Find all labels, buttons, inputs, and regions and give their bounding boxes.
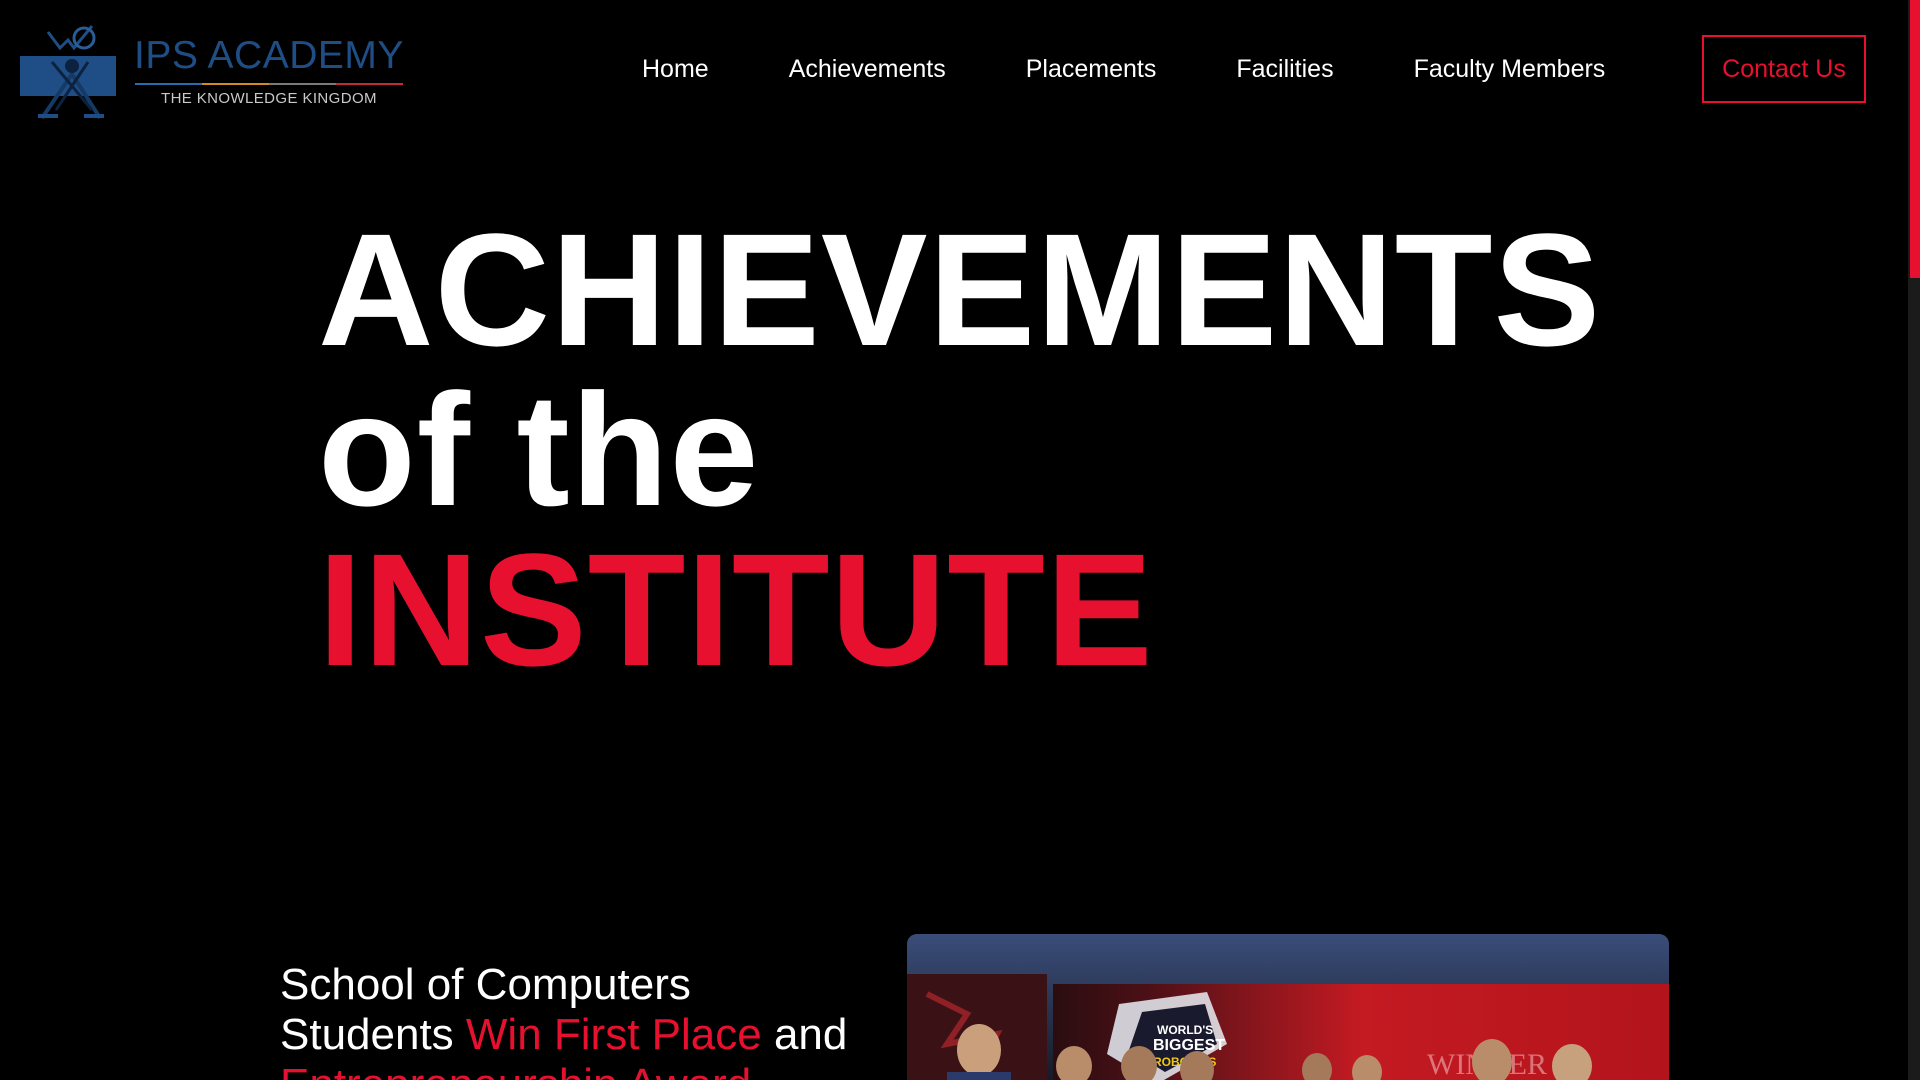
- headline-line-3: Entrepreneurship Award: [280, 1060, 880, 1080]
- site-logo[interactable]: IPS ACADEMY THE KNOWLEDGE KINGDOM: [18, 18, 408, 124]
- nav-home[interactable]: Home: [642, 52, 709, 86]
- hero-heading: ACHIEVEMENTS of the INSTITUTE: [318, 210, 1718, 690]
- nav-faculty-members[interactable]: Faculty Members: [1414, 52, 1606, 86]
- scholar-emblem-icon: [20, 25, 116, 120]
- award-photo-image: WORLD'S BIGGEST ROBOTICS WINNER: [907, 934, 1669, 1080]
- nav-placements[interactable]: Placements: [1026, 52, 1157, 86]
- headline-line-2: Students Win First Place and: [280, 1010, 880, 1060]
- banner-text-worlds: WORLD'S: [1157, 1023, 1213, 1037]
- hero-line-of-the: of the: [318, 360, 760, 539]
- logo-tagline: THE KNOWLEDGE KINGDOM: [161, 89, 377, 107]
- nav-achievements[interactable]: Achievements: [789, 52, 946, 86]
- logo-text: IPS ACADEMY THE KNOWLEDGE KINGDOM: [134, 36, 404, 107]
- headline-win-first-place: Win First Place: [465, 1010, 762, 1059]
- logo-rule: [134, 82, 403, 85]
- page: IPS ACADEMY THE KNOWLEDGE KINGDOM Home A…: [0, 0, 1920, 1080]
- page-scrollbar[interactable]: [1908, 0, 1920, 1080]
- contact-us-button[interactable]: Contact Us: [1702, 35, 1866, 103]
- headline-and: and: [761, 1010, 848, 1059]
- hero-line-institute: INSTITUTE: [318, 520, 1154, 699]
- logo-name: IPS ACADEMY: [134, 33, 404, 77]
- banner-text-biggest: BIGGEST: [1153, 1037, 1225, 1054]
- award-photo: WORLD'S BIGGEST ROBOTICS WINNER: [907, 934, 1669, 1080]
- headline-line-1: School of Computers: [280, 960, 691, 1009]
- main-nav: Home Achievements Placements Facilities …: [642, 52, 1605, 86]
- hero-line-achievements: ACHIEVEMENTS: [318, 200, 1602, 379]
- nav-facilities[interactable]: Facilities: [1236, 52, 1333, 86]
- scrollbar-thumb[interactable]: [1910, 0, 1920, 278]
- achievement-headline: School of Computers Students Win First P…: [280, 960, 880, 1080]
- headline-students: Students: [280, 1010, 466, 1059]
